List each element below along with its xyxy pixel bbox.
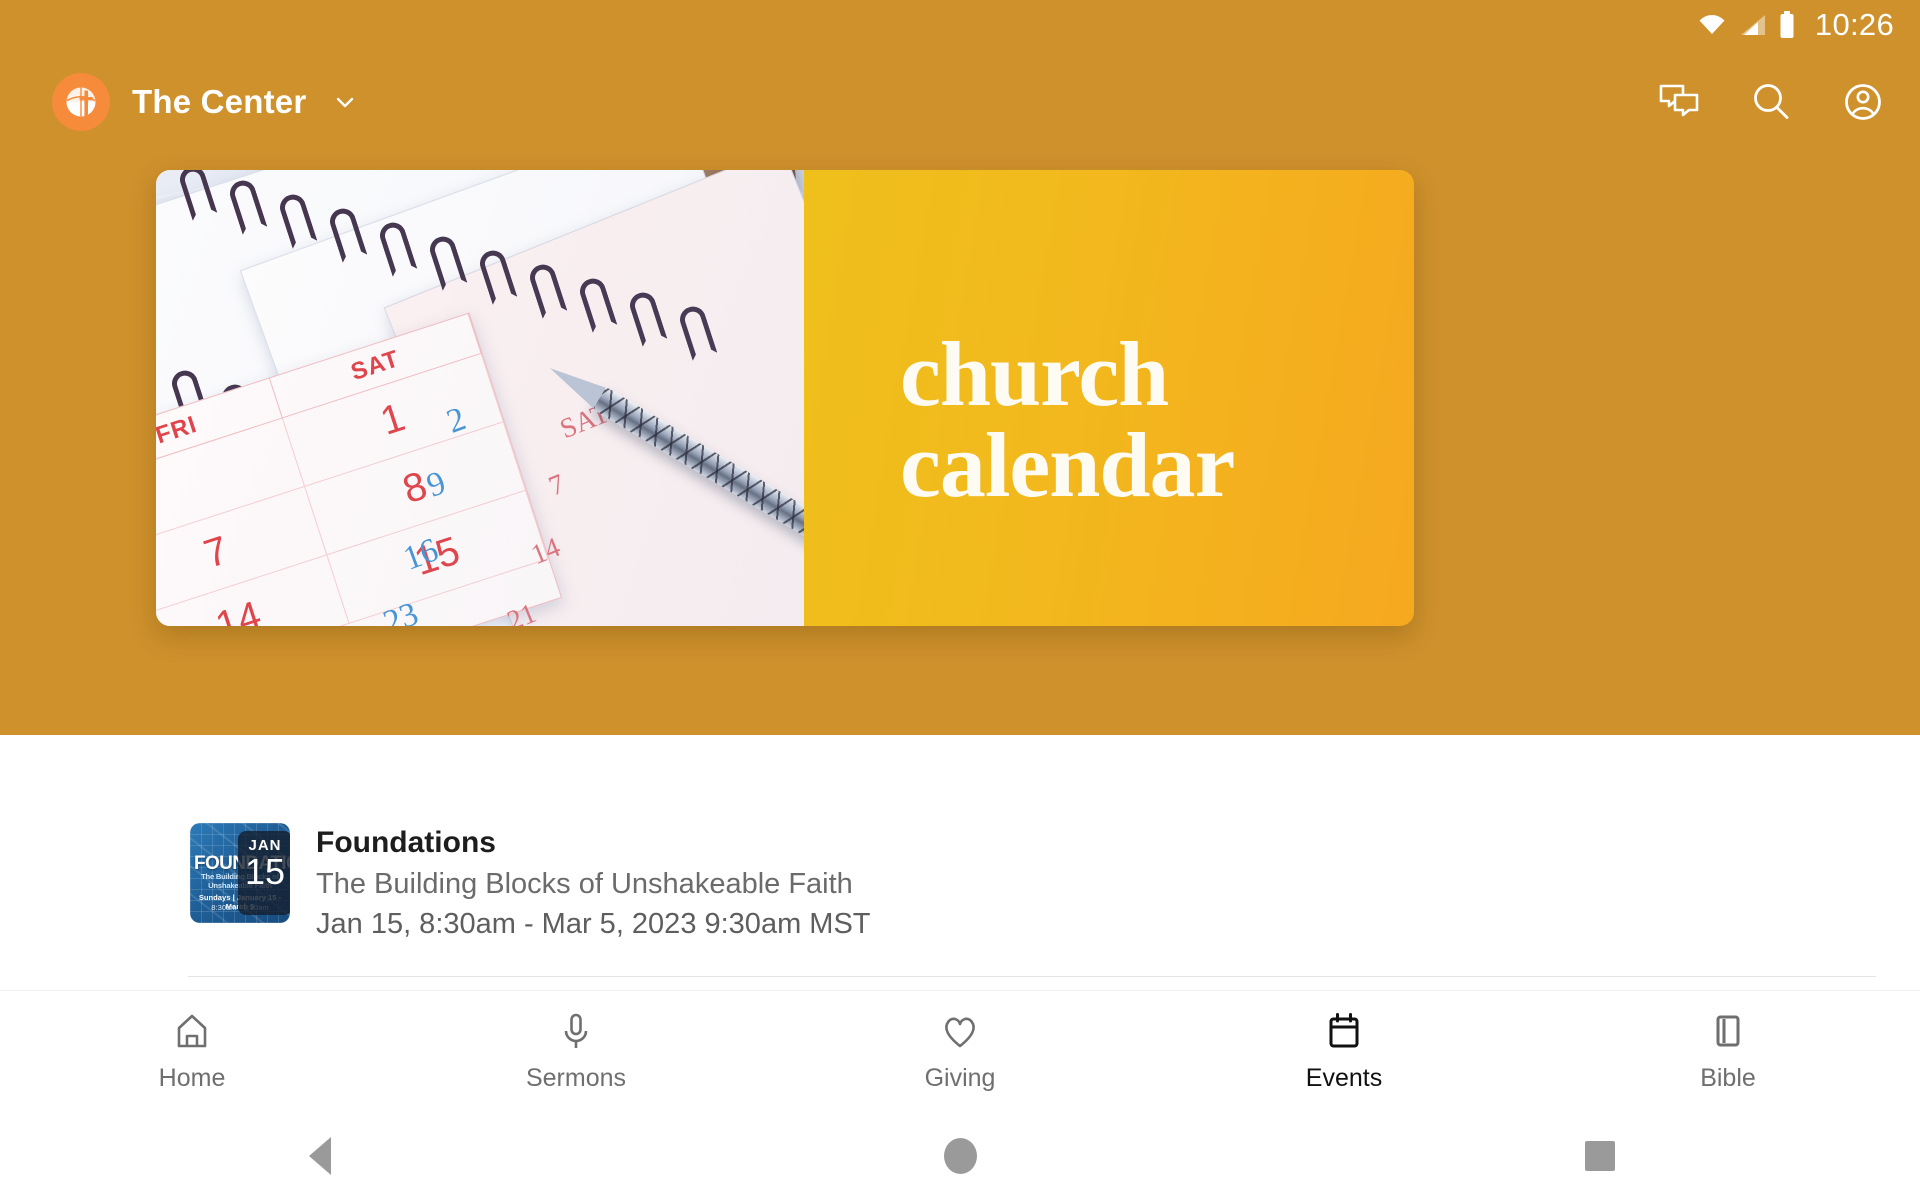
system-back-button[interactable] bbox=[0, 1137, 640, 1175]
wifi-icon bbox=[1697, 13, 1727, 37]
church-switcher[interactable]: The Center bbox=[52, 73, 358, 131]
tab-home-label: Home bbox=[158, 1064, 226, 1092]
church-globe-cross-logo bbox=[52, 73, 110, 131]
battery-icon bbox=[1779, 11, 1795, 39]
app-bar-actions bbox=[1656, 79, 1886, 125]
system-home-button[interactable] bbox=[640, 1138, 1280, 1174]
tab-home[interactable]: Home bbox=[0, 1010, 384, 1093]
book-icon bbox=[1707, 1010, 1749, 1052]
banner-photo: FRI SAT 1 7 8 14 15 bbox=[156, 170, 804, 626]
home-circle-icon bbox=[943, 1138, 977, 1174]
recents-square-icon bbox=[1585, 1141, 1615, 1171]
list-item[interactable]: FOUNDATIONS The Building Blocks of Unsha… bbox=[0, 735, 1920, 944]
system-recents-button[interactable] bbox=[1280, 1141, 1920, 1171]
bottom-tab-bar: Home Sermons Giving Events Bible bbox=[0, 990, 1920, 1112]
event-title: Foundations bbox=[316, 826, 496, 859]
android-system-nav bbox=[0, 1112, 1920, 1200]
back-triangle-icon bbox=[309, 1137, 331, 1175]
tab-events-label: Events bbox=[1305, 1064, 1383, 1092]
heart-icon bbox=[939, 1010, 981, 1052]
banner-title: church calendar bbox=[900, 322, 1235, 516]
event-date-badge-day: 15 bbox=[244, 851, 286, 892]
event-date-badge: JAN 15 bbox=[238, 831, 290, 915]
banner-title-panel: church calendar bbox=[804, 170, 1414, 626]
header-region: 10:26 The Center church calendar bbox=[0, 0, 1920, 735]
tab-bible[interactable]: Bible bbox=[1536, 1010, 1920, 1093]
tab-giving-label: Giving bbox=[924, 1064, 996, 1092]
tab-bible-label: Bible bbox=[1700, 1064, 1756, 1092]
app-root: 10:26 The Center church calendar The Bui… bbox=[0, 0, 1920, 1200]
tab-events[interactable]: Events bbox=[1152, 1010, 1536, 1093]
tab-sermons[interactable]: Sermons bbox=[384, 1010, 768, 1093]
tab-sermons-label: Sermons bbox=[525, 1064, 627, 1092]
app-bar: The Center bbox=[0, 52, 1920, 152]
tab-giving[interactable]: Giving bbox=[768, 1010, 1152, 1093]
event-date-range: Jan 15, 8:30am - Mar 5, 2023 9:30am MST bbox=[316, 908, 871, 941]
event-text-block: Foundations The Building Blocks of Unsha… bbox=[316, 823, 871, 944]
messages-icon[interactable] bbox=[1656, 79, 1702, 125]
calendar-icon bbox=[1323, 1010, 1365, 1052]
cellular-signal-icon bbox=[1739, 13, 1767, 37]
chevron-down-icon[interactable] bbox=[332, 89, 358, 115]
status-bar: 10:26 bbox=[0, 0, 1920, 50]
mic-icon bbox=[555, 1010, 597, 1052]
church-calendar-banner[interactable]: FRI SAT 1 7 8 14 15 bbox=[156, 170, 1414, 626]
home-icon bbox=[171, 1010, 213, 1052]
events-list: FOUNDATIONS The Building Blocks of Unsha… bbox=[0, 735, 1920, 990]
photo-tint-overlay bbox=[156, 170, 804, 626]
list-divider bbox=[188, 976, 1876, 977]
account-icon[interactable] bbox=[1840, 79, 1886, 125]
search-icon[interactable] bbox=[1748, 79, 1794, 125]
event-thumbnail: FOUNDATIONS The Building Blocks of Unsha… bbox=[190, 823, 290, 923]
event-subtitle: The Building Blocks of Unshakeable Faith bbox=[316, 867, 853, 900]
church-name-label: The Center bbox=[132, 83, 307, 120]
status-time: 10:26 bbox=[1814, 7, 1894, 42]
